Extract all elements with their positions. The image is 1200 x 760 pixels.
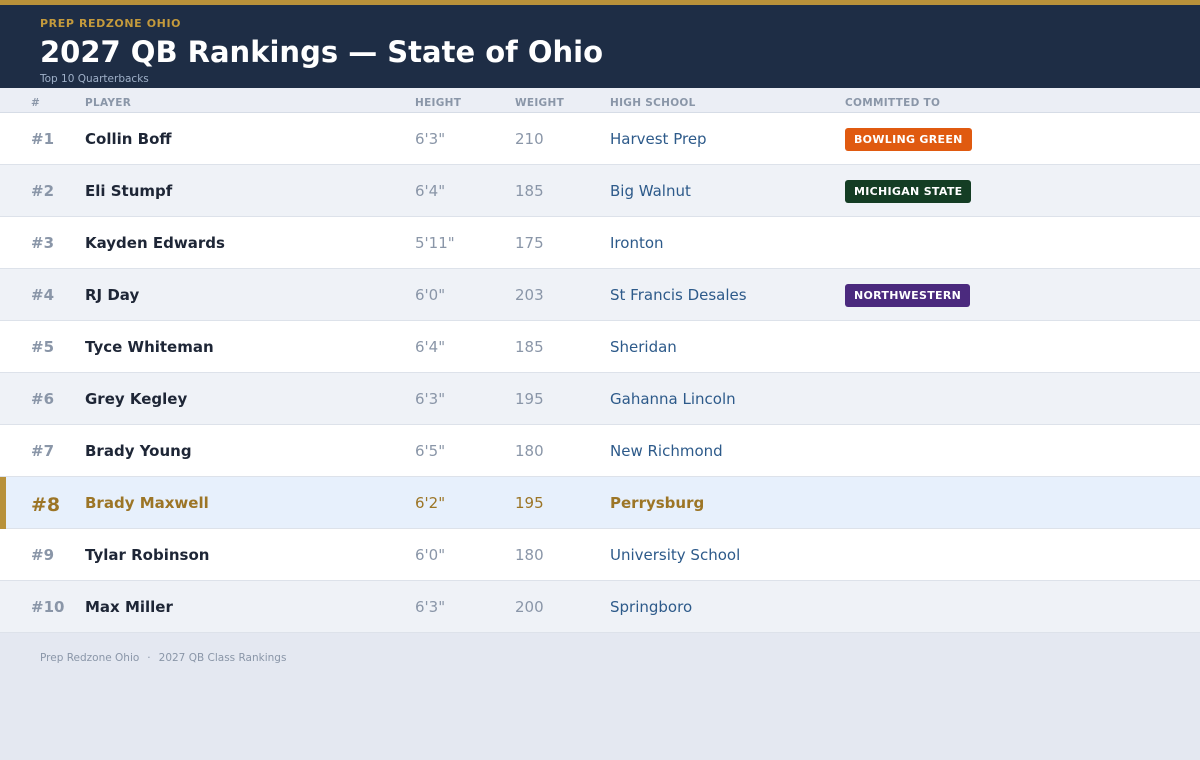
player-school: Ironton — [610, 234, 664, 252]
player-rank: #2 — [31, 182, 55, 200]
player-weight: 180 — [515, 546, 544, 564]
player-school: Harvest Prep — [610, 130, 707, 148]
player-name[interactable]: Max Miller — [85, 598, 173, 616]
player-name[interactable]: Eli Stumpf — [85, 182, 172, 200]
player-weight: 185 — [515, 182, 544, 200]
page-subtitle: Top 10 Quarterbacks — [40, 73, 149, 85]
player-weight: 195 — [515, 390, 544, 408]
column-header-rank: # — [31, 97, 41, 109]
player-height: 6'0" — [415, 546, 446, 564]
table-row[interactable]: #5 Tyce Whiteman 6'4" 185 Sheridan — [0, 321, 1200, 373]
player-rank: #3 — [31, 234, 55, 252]
player-name[interactable]: Tyce Whiteman — [85, 338, 214, 356]
table-row[interactable]: #6 Grey Kegley 6'3" 195 Gahanna Lincoln — [0, 373, 1200, 425]
player-weight: 200 — [515, 598, 544, 616]
commitment-badge: BOWLING GREEN — [845, 128, 972, 151]
column-header-school: HIGH SCHOOL — [610, 97, 696, 109]
player-rank: #5 — [31, 338, 55, 356]
player-school: St Francis Desales — [610, 286, 747, 304]
player-school: University School — [610, 546, 741, 564]
rankings-table: #1 Collin Boff 6'3" 210 Harvest Prep BOWLING … — [0, 113, 1200, 633]
player-school: Gahanna Lincoln — [610, 390, 736, 408]
table-row[interactable]: #10 Max Miller 6'3" 200 Springboro — [0, 581, 1200, 633]
player-height: 6'3" — [415, 598, 446, 616]
table-row[interactable]: #3 Kayden Edwards 5'11" 175 Ironton — [0, 217, 1200, 269]
player-name[interactable]: Tylar Robinson — [85, 546, 209, 564]
player-school: Springboro — [610, 598, 693, 616]
player-name[interactable]: Kayden Edwards — [85, 234, 225, 252]
player-height: 5'11" — [415, 234, 455, 252]
commitment-badge: MICHIGAN STATE — [845, 180, 972, 203]
player-rank: #8 — [31, 494, 61, 516]
player-weight: 175 — [515, 234, 544, 252]
player-weight: 180 — [515, 442, 544, 460]
column-header-committed: COMMITTED TO — [845, 97, 941, 109]
player-name[interactable]: Grey Kegley — [85, 390, 187, 408]
player-height: 6'3" — [415, 390, 446, 408]
player-weight: 195 — [515, 494, 544, 512]
player-rank: #9 — [31, 546, 55, 564]
column-header-height: HEIGHT — [415, 97, 462, 109]
player-height: 6'4" — [415, 182, 446, 200]
brand-label: PREP REDZONE OHIO — [40, 17, 182, 30]
player-height: 6'3" — [415, 130, 446, 148]
player-weight: 185 — [515, 338, 544, 356]
player-rank: #7 — [31, 442, 55, 460]
player-name[interactable]: Brady Young — [85, 442, 192, 460]
player-height: 6'5" — [415, 442, 446, 460]
commitment-badge: NORTHWESTERN — [845, 284, 971, 307]
table-header: # PLAYER HEIGHT WEIGHT HIGH SCHOOL COMMI… — [0, 88, 1200, 113]
player-weight: 210 — [515, 130, 544, 148]
player-rank: #6 — [31, 390, 55, 408]
player-rank: #4 — [31, 286, 55, 304]
player-name[interactable]: RJ Day — [85, 286, 139, 304]
page-title: 2027 QB Rankings — State of Ohio — [40, 35, 604, 69]
table-row[interactable]: #9 Tylar Robinson 6'0" 180 University School — [0, 529, 1200, 581]
player-rank: #10 — [31, 598, 65, 616]
player-height: 6'4" — [415, 338, 446, 356]
table-row[interactable]: #4 RJ Day 6'0" 203 St Francis Desales NORTHWE… — [0, 269, 1200, 321]
player-rank: #1 — [31, 130, 55, 148]
player-school: Perrysburg — [610, 494, 705, 512]
player-name[interactable]: Brady Maxwell — [85, 494, 209, 512]
footer-brand: Prep Redzone Ohio — [40, 652, 140, 664]
table-row[interactable]: #8 Brady Maxwell 6'2" 195 Perrysburg — [0, 477, 1200, 529]
table-row[interactable]: #2 Eli Stumpf 6'4" 185 Big Walnut MICHIGAN ST… — [0, 165, 1200, 217]
footer: Prep Redzone Ohio · 2027 QB Class Rankings — [40, 652, 286, 664]
player-school: New Richmond — [610, 442, 723, 460]
table-row[interactable]: #1 Collin Boff 6'3" 210 Harvest Prep BOWLING … — [0, 113, 1200, 165]
table-row[interactable]: #7 Brady Young 6'5" 180 New Richmond — [0, 425, 1200, 477]
player-name[interactable]: Collin Boff — [85, 130, 172, 148]
player-height: 6'0" — [415, 286, 446, 304]
column-header-player: PLAYER — [85, 97, 132, 109]
footer-separator: · — [147, 652, 151, 664]
player-height: 6'2" — [415, 494, 446, 512]
player-school: Big Walnut — [610, 182, 691, 200]
player-weight: 203 — [515, 286, 544, 304]
header-bar: PREP REDZONE OHIO 2027 QB Rankings — Sta… — [0, 0, 1200, 88]
column-header-weight: WEIGHT — [515, 97, 565, 109]
player-school: Sheridan — [610, 338, 677, 356]
footer-caption: 2027 QB Class Rankings — [158, 652, 287, 664]
